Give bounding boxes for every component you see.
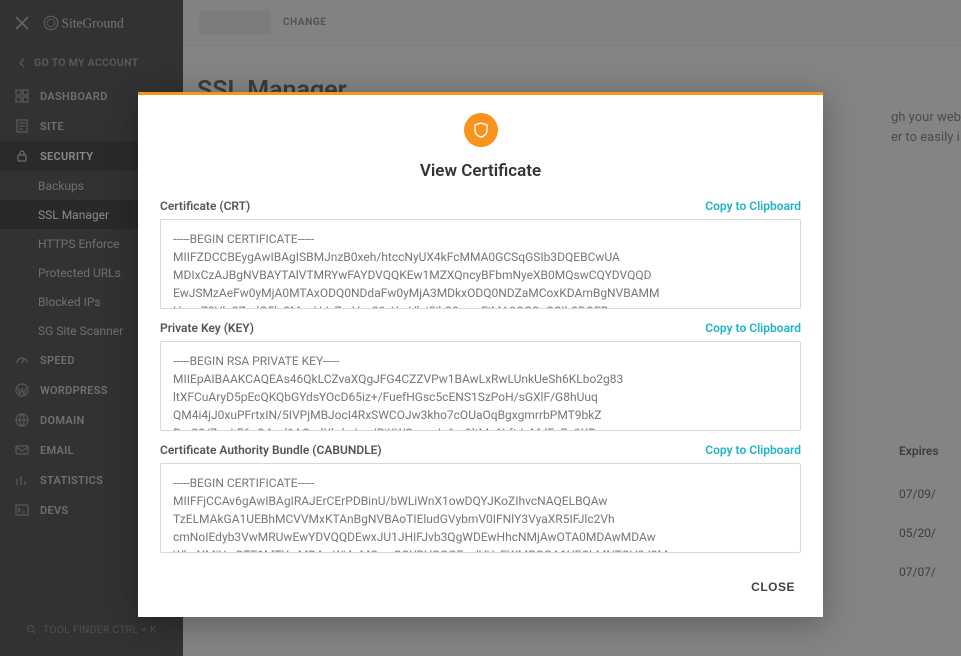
modal-title: View Certificate <box>420 161 541 181</box>
key-copy-link[interactable]: Copy to Clipboard <box>705 321 801 335</box>
close-button[interactable]: CLOSE <box>751 580 795 594</box>
key-textarea[interactable] <box>160 341 801 431</box>
modal-overlay[interactable]: View Certificate Certificate (CRT) Copy … <box>0 0 961 656</box>
cabundle-copy-link[interactable]: Copy to Clipboard <box>705 443 801 457</box>
crt-copy-link[interactable]: Copy to Clipboard <box>705 199 801 213</box>
view-certificate-modal: View Certificate Certificate (CRT) Copy … <box>138 92 823 617</box>
cabundle-label: Certificate Authority Bundle (CABUNDLE) <box>160 443 382 457</box>
shield-icon <box>464 113 498 147</box>
key-label: Private Key (KEY) <box>160 321 254 335</box>
crt-textarea[interactable] <box>160 219 801 309</box>
cabundle-textarea[interactable] <box>160 463 801 553</box>
crt-label: Certificate (CRT) <box>160 199 250 213</box>
